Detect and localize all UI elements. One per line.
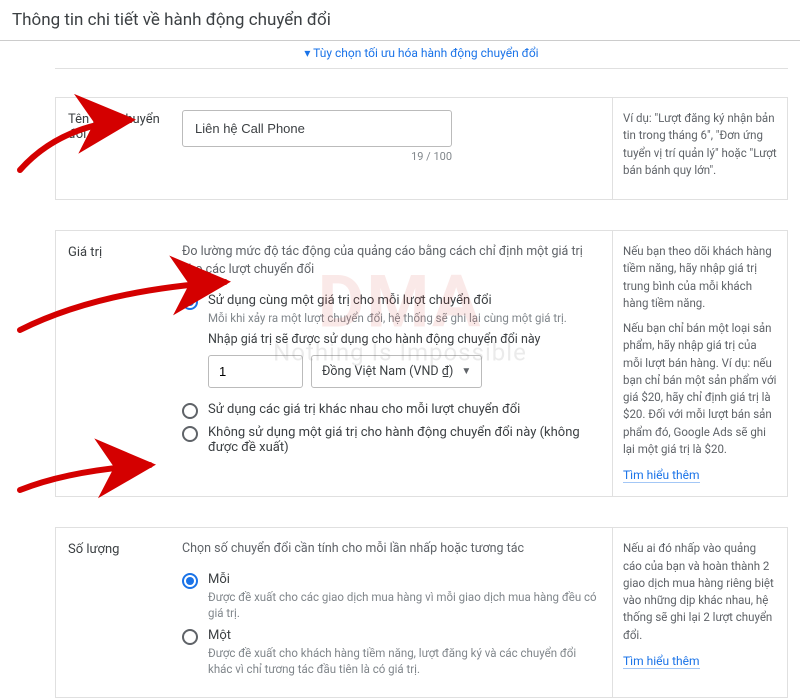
radio-icon: [182, 426, 198, 442]
radio-icon: [182, 294, 198, 310]
radio-icon: [182, 629, 198, 645]
count-card: Số lượng Chọn số chuyển đổi cần tính cho…: [55, 527, 788, 698]
count-option-one[interactable]: Một Được đề xuất cho khách hàng tiềm năn…: [182, 628, 598, 677]
count-option-every[interactable]: Mỗi Được đề xuất cho các giao dịch mua h…: [182, 572, 598, 621]
value-option-different[interactable]: Sử dụng các giá trị khác nhau cho mỗi lư…: [182, 402, 598, 419]
currency-dropdown[interactable]: Đồng Việt Nam (VND ₫) ▼: [311, 355, 482, 388]
page-title: Thông tin chi tiết về hành động chuyển đ…: [0, 0, 800, 41]
help-text-value: Nếu bạn theo dõi khách hàng tiềm năng, h…: [612, 231, 787, 496]
radio-icon: [182, 403, 198, 419]
section-label-value: Giá trị: [56, 231, 176, 496]
section-label-name: Tên lượt chuyển đổi: [56, 98, 176, 199]
help-text-name: Ví dụ: "Lượt đăng ký nhận bản tin trong …: [612, 98, 787, 199]
help-text-count: Nếu ai đó nhấp vào quảng cáo của bạn và …: [612, 528, 787, 697]
expand-optimize-link[interactable]: ▾ Tùy chọn tối ưu hóa hành động chuyển đ…: [55, 41, 788, 69]
value-option-none[interactable]: Không sử dụng một giá trị cho hành động …: [182, 425, 598, 455]
chevron-down-icon: ▼: [461, 366, 471, 377]
value-amount-input[interactable]: [208, 355, 303, 388]
section-label-count: Số lượng: [56, 528, 176, 697]
conversion-name-input[interactable]: [182, 110, 452, 147]
learn-more-link[interactable]: Tìm hiểu thêm: [623, 654, 700, 669]
count-description: Chọn số chuyển đổi cần tính cho mỗi lần …: [182, 540, 598, 558]
enter-value-label: Nhập giá trị sẽ được sử dụng cho hành độ…: [208, 332, 598, 347]
conversion-name-card: Tên lượt chuyển đổi 19 / 100 Ví dụ: "Lượ…: [55, 97, 788, 200]
radio-icon: [182, 573, 198, 589]
value-description: Đo lường mức độ tác động của quảng cáo b…: [182, 243, 598, 279]
learn-more-link[interactable]: Tìm hiểu thêm: [623, 468, 700, 483]
content-area: ▾ Tùy chọn tối ưu hóa hành động chuyển đ…: [0, 41, 800, 698]
value-card: Giá trị Đo lường mức độ tác động của quả…: [55, 230, 788, 497]
value-option-same[interactable]: Sử dụng cùng một giá trị cho mỗi lượt ch…: [182, 293, 598, 326]
chevron-down-icon: ▾: [304, 46, 310, 60]
char-counter: 19 / 100: [182, 150, 452, 163]
